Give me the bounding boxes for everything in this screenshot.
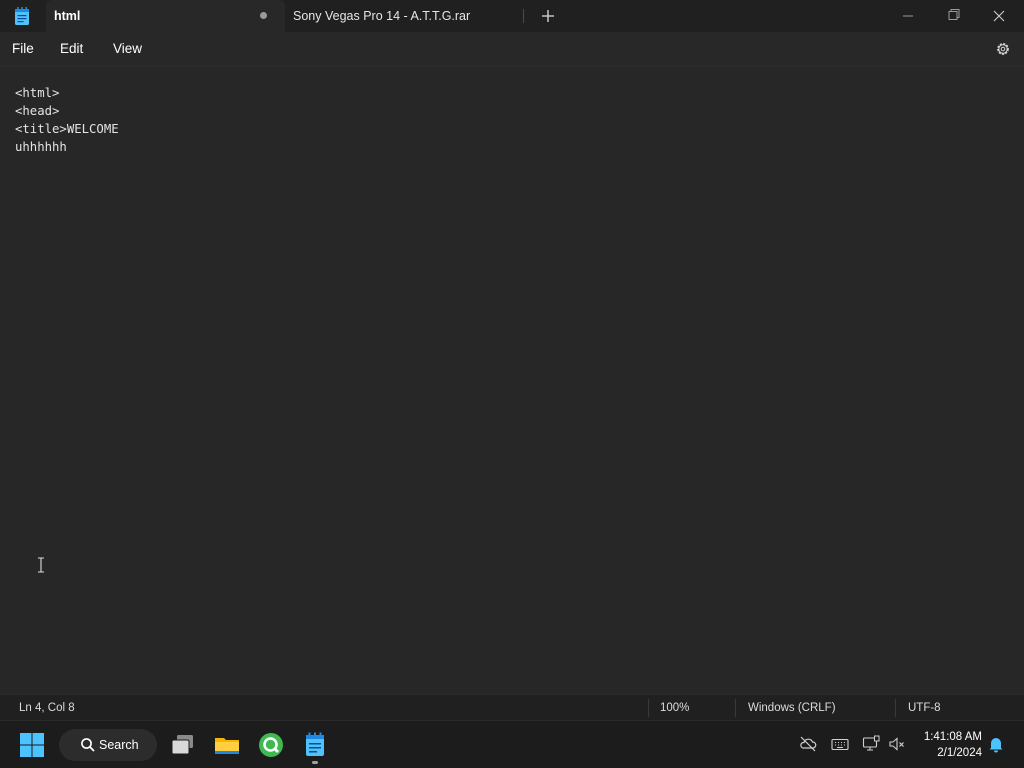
zoom-level: 100% bbox=[660, 702, 690, 714]
tab-label: html bbox=[54, 9, 81, 23]
taskbar-search[interactable]: Search bbox=[59, 729, 157, 761]
line-ending: Windows (CRLF) bbox=[748, 702, 836, 714]
editor-line-3: <title>WELCOME bbox=[15, 122, 119, 136]
taskbar-clock[interactable]: 1:41:08 AM 2/1/2024 bbox=[912, 729, 982, 761]
menu-bar: File Edit View bbox=[0, 32, 1024, 66]
editor-content: <html> <head> <title>WELCOME uhhhhhh bbox=[15, 84, 119, 156]
text-editor[interactable]: <html> <head> <title>WELCOME uhhhhhh bbox=[0, 66, 1024, 694]
status-divider bbox=[895, 699, 896, 717]
tab-divider bbox=[523, 9, 524, 23]
tab-sony-vegas[interactable]: Sony Vegas Pro 14 - A.T.T.G.rar bbox=[285, 0, 523, 32]
editor-line-2: <head> bbox=[15, 104, 60, 118]
close-icon[interactable] bbox=[976, 0, 1022, 32]
plus-icon[interactable] bbox=[536, 5, 560, 27]
minimize-icon[interactable] bbox=[885, 0, 931, 32]
network-icon[interactable] bbox=[862, 735, 880, 753]
encoding: UTF-8 bbox=[908, 702, 941, 714]
gear-icon[interactable] bbox=[993, 39, 1013, 59]
tab-html[interactable]: html bbox=[46, 0, 285, 32]
title-bar: html Sony Vegas Pro 14 - A.T.T.G.rar bbox=[0, 0, 1024, 32]
status-divider bbox=[735, 699, 736, 717]
tab-label: Sony Vegas Pro 14 - A.T.T.G.rar bbox=[293, 9, 471, 23]
i-beam-cursor-icon bbox=[37, 557, 45, 573]
running-indicator bbox=[312, 761, 318, 764]
editor-line-4: uhhhhhh bbox=[15, 140, 67, 154]
keyboard-icon[interactable] bbox=[831, 735, 849, 753]
windows-logo-icon[interactable] bbox=[16, 729, 48, 761]
menu-view[interactable]: View bbox=[113, 41, 142, 56]
status-bar: Ln 4, Col 8 100% Windows (CRLF) UTF-8 bbox=[0, 694, 1024, 720]
unsaved-changes-dot-icon[interactable] bbox=[260, 12, 267, 19]
editor-line-1: <html> bbox=[15, 86, 60, 100]
menu-edit[interactable]: Edit bbox=[60, 41, 83, 56]
search-label: Search bbox=[99, 738, 139, 752]
maximize-icon[interactable] bbox=[930, 0, 976, 32]
status-divider bbox=[648, 699, 649, 717]
notifications-icon[interactable] bbox=[987, 735, 1005, 753]
clock-time: 1:41:08 AM bbox=[923, 731, 982, 743]
file-explorer-icon[interactable] bbox=[211, 729, 243, 761]
volume-muted-icon[interactable] bbox=[888, 735, 906, 753]
qbittorrent-icon[interactable] bbox=[255, 729, 287, 761]
task-view-icon[interactable] bbox=[167, 729, 199, 761]
onedrive-off-icon[interactable] bbox=[799, 735, 817, 753]
notepad-icon[interactable] bbox=[299, 729, 331, 761]
clock-date: 2/1/2024 bbox=[937, 747, 982, 759]
menu-file[interactable]: File bbox=[12, 41, 34, 56]
cursor-position: Ln 4, Col 8 bbox=[19, 702, 75, 714]
taskbar: Search 1:41:08 AM 2/1/2024 bbox=[0, 720, 1024, 768]
notepad-icon bbox=[12, 6, 32, 26]
search-icon bbox=[80, 737, 96, 753]
